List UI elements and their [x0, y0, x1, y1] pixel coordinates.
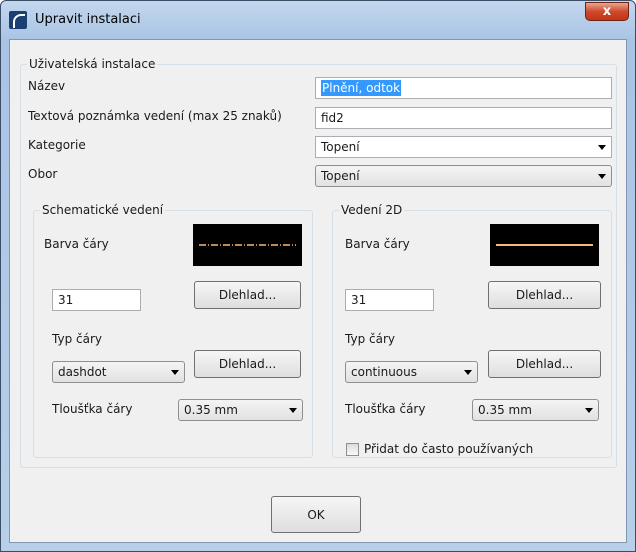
category-label: Kategorie	[28, 138, 86, 152]
schematic-linetype-select[interactable]: dashdot	[52, 361, 185, 383]
close-button[interactable]: x	[585, 2, 629, 21]
favorites-label: Přidat do často používaných	[364, 442, 534, 456]
note-value: fid2	[321, 111, 344, 125]
schematic-color-value: 31	[58, 293, 74, 307]
view2d-color-label: Barva čáry	[345, 237, 410, 251]
view2d-linetype-select[interactable]: continuous	[345, 361, 478, 383]
dialog-body: Uživatelská instalace Název Plnění, odto…	[9, 39, 627, 543]
schematic-color-label: Barva čáry	[44, 237, 109, 251]
field-value: Topení	[321, 169, 360, 183]
view2d-thickness-label: Tloušťka čáry	[345, 402, 426, 416]
category-select[interactable]: Topení	[315, 136, 612, 158]
field-select[interactable]: Topení	[315, 165, 612, 187]
view2d-linetype-preview-button[interactable]: Dlehlad...	[488, 350, 601, 378]
schematic-line-preview	[193, 224, 302, 266]
schematic-linetype-value: dashdot	[58, 365, 107, 379]
ok-button[interactable]: OK	[271, 496, 361, 533]
schematic-linetype-preview-label: Dlehlad...	[218, 357, 277, 371]
window-title: Upravit instalaci	[35, 12, 141, 27]
field-label: Obor	[28, 167, 58, 181]
schematic-thickness-value: 0.35 mm	[184, 403, 238, 417]
view2d-thickness-value: 0.35 mm	[478, 403, 532, 417]
schematic-thickness-select[interactable]: 0.35 mm	[178, 399, 303, 421]
category-value: Topení	[321, 140, 360, 154]
schematic-color-input[interactable]: 31	[52, 289, 141, 311]
schematic-linetype-preview-button[interactable]: Dlehlad...	[194, 350, 301, 378]
view2d-line-preview	[490, 224, 599, 266]
name-label: Název	[28, 79, 66, 93]
view2d-legend: Vedení 2D	[339, 203, 405, 217]
schematic-color-preview-button[interactable]: Dlehlad...	[194, 281, 301, 309]
chevron-down-icon	[598, 145, 606, 150]
view2d-color-preview-button[interactable]: Dlehlad...	[488, 281, 601, 309]
chevron-down-icon	[598, 174, 606, 179]
view2d-color-value: 31	[351, 293, 367, 307]
dialog-window: Upravit instalaci x Uživatelská instalac…	[0, 0, 636, 552]
name-value: Plnění, odtok	[321, 80, 402, 96]
note-input[interactable]: fid2	[315, 107, 612, 129]
chevron-down-icon	[464, 370, 472, 375]
view2d-color-preview-label: Dlehlad...	[515, 288, 574, 302]
title-bar[interactable]: Upravit instalaci x	[1, 1, 635, 39]
close-icon: x	[602, 4, 612, 19]
schematic-legend: Schematické vedení	[40, 203, 166, 217]
view2d-linetype-value: continuous	[351, 365, 417, 379]
ok-button-label: OK	[307, 507, 325, 522]
chevron-down-icon	[171, 370, 179, 375]
view2d-thickness-select[interactable]: 0.35 mm	[472, 399, 599, 421]
view2d-linetype-label: Typ čáry	[345, 332, 395, 346]
user-install-legend: Uživatelská instalace	[27, 57, 158, 71]
view2d-color-input[interactable]: 31	[345, 289, 434, 311]
note-label: Textová poznámka vedení (max 25 znaků)	[28, 109, 282, 123]
chevron-down-icon	[289, 408, 297, 413]
schematic-color-preview-label: Dlehlad...	[218, 288, 277, 302]
favorites-checkbox[interactable]	[346, 443, 359, 456]
schematic-thickness-label: Tloušťka čáry	[52, 402, 133, 416]
view2d-linetype-preview-label: Dlehlad...	[515, 357, 574, 371]
app-logo-icon	[9, 11, 27, 29]
name-input[interactable]: Plnění, odtok	[315, 77, 612, 99]
chevron-down-icon	[585, 408, 593, 413]
schematic-linetype-label: Typ čáry	[52, 332, 102, 346]
